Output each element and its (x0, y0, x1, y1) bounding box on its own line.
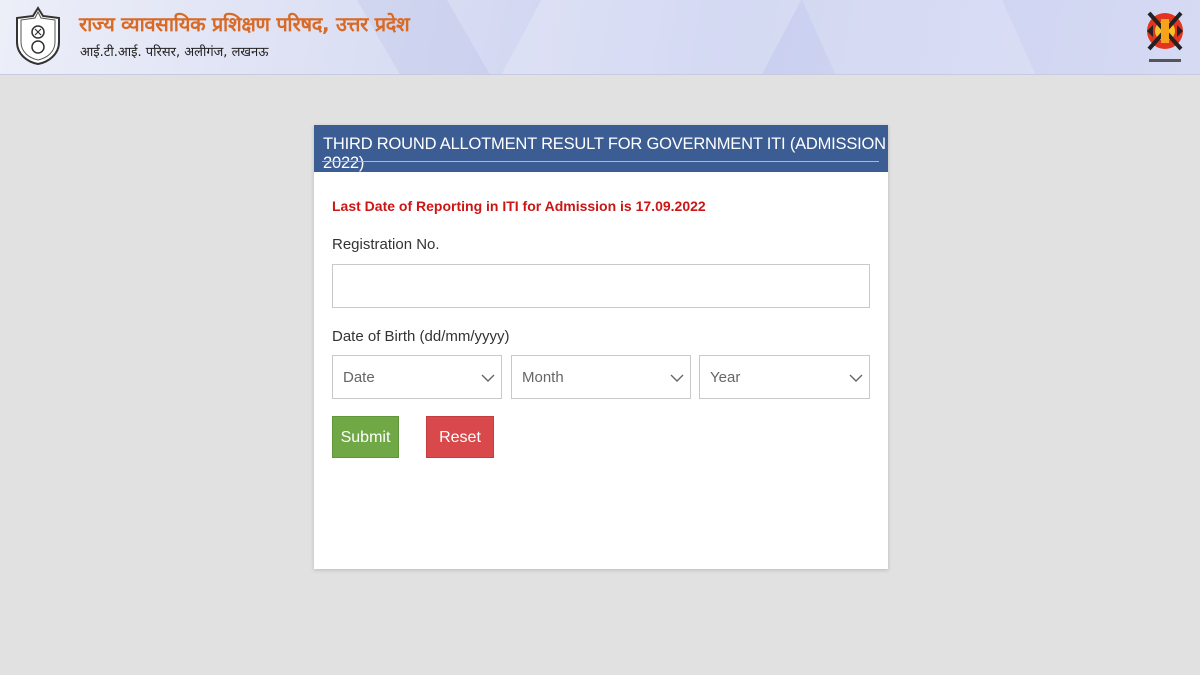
registration-label: Registration No. (332, 236, 440, 253)
chevron-down-icon (481, 374, 495, 382)
chevron-down-icon (849, 374, 863, 382)
registration-input[interactable] (332, 264, 870, 308)
submit-button[interactable]: Submit (332, 416, 399, 458)
dob-label: Date of Birth (dd/mm/yyyy) (332, 328, 510, 345)
year-select[interactable]: Year (699, 355, 870, 399)
header-decoration (477, 0, 823, 74)
date-select[interactable]: Date (332, 355, 502, 399)
emblem-icon[interactable] (13, 6, 63, 66)
reset-button[interactable]: Reset (426, 416, 494, 458)
header-divider (322, 161, 879, 162)
month-select-value: Month (522, 369, 564, 386)
card-header: THIRD ROUND ALLOTMENT RESULT FOR GOVERNM… (314, 125, 888, 172)
card-title: THIRD ROUND ALLOTMENT RESULT FOR GOVERNM… (323, 135, 886, 172)
site-subtitle: आई.टी.आई. परिसर, अलीगंज, लखनऊ (80, 45, 269, 60)
site-header: राज्य व्यावसायिक प्रशिक्षण परिषद, उत्तर … (0, 0, 1200, 75)
year-select-value: Year (710, 369, 741, 386)
skill-logo-icon[interactable] (1141, 5, 1189, 69)
header-decoration (784, 0, 1056, 74)
site-title: राज्य व्यावसायिक प्रशिक्षण परिषद, उत्तर … (79, 12, 410, 36)
month-select[interactable]: Month (511, 355, 691, 399)
chevron-down-icon (670, 374, 684, 382)
result-form-card: THIRD ROUND ALLOTMENT RESULT FOR GOVERNM… (314, 125, 888, 569)
date-select-value: Date (343, 369, 375, 386)
reporting-notice: Last Date of Reporting in ITI for Admiss… (332, 198, 706, 214)
